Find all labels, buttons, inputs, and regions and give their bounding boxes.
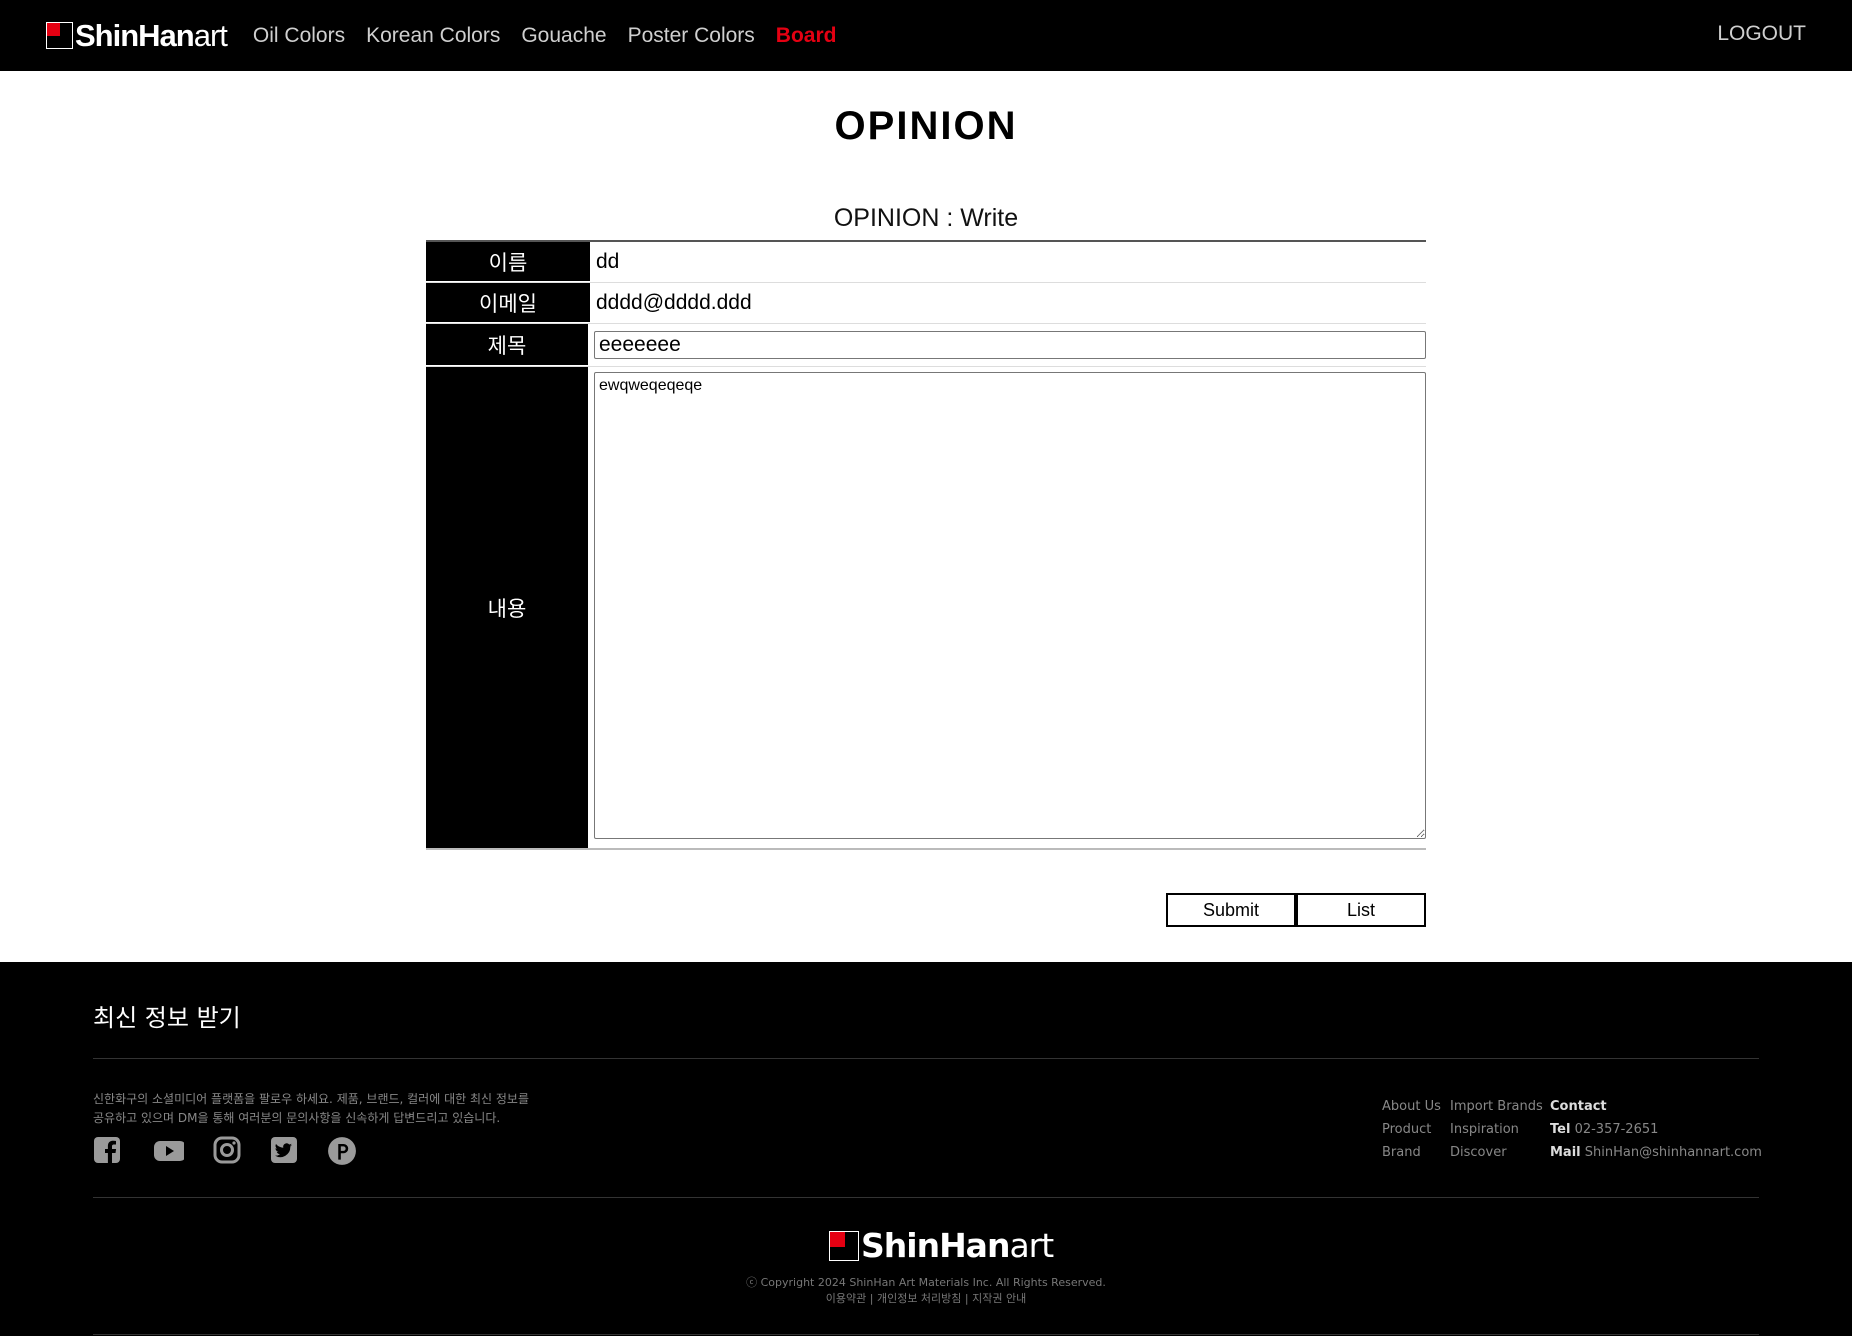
form-row-email: 이메일 dddd@dddd.ddd [426,283,1426,324]
mail-label: Mail [1550,1145,1581,1160]
footer-link-about-us[interactable]: About Us [1382,1098,1441,1121]
top-navigation-bar: ShinHanart Oil Colors Korean Colors Goua… [0,0,1852,71]
footer-link-import-brands[interactable]: Import Brands [1450,1098,1543,1121]
logo-mark-icon [46,22,73,49]
contact-title: Contact [1550,1099,1607,1114]
email-value: dddd@dddd.ddd [596,291,752,314]
subject-cell [588,324,1426,366]
footer-link-inspiration[interactable]: Inspiration [1450,1121,1543,1144]
youtube-icon[interactable] [150,1136,184,1164]
nav-board[interactable]: Board [776,24,837,48]
footer-link-brand[interactable]: Brand [1382,1144,1441,1167]
footer-heading: 최신 정보 받기 [93,1004,241,1032]
main-nav: Oil Colors Korean Colors Gouache Poster … [253,24,858,48]
list-button[interactable]: List [1296,893,1426,927]
write-form: 이름 dd 이메일 dddd@dddd.ddd 제목 내용 ewqweqeqeq… [426,240,1426,850]
footer-desc-line1: 신한화구의 소셜미디어 플랫폼을 팔로우 하세요. 제품, 브랜드, 컬러에 대… [93,1092,529,1106]
form-row-subject: 제목 [426,324,1426,367]
logout-link[interactable]: LOGOUT [1717,22,1806,46]
form-subtitle: OPINION : Write [833,204,1019,232]
content-label: 내용 [426,367,588,848]
copyright-text: ⓒ Copyright 2024 ShinHan Art Materials I… [746,1276,1106,1289]
contact-mail: Mail ShinHan@shinhannart.com [1550,1144,1762,1167]
contact-tel: Tel 02-357-2651 [1550,1121,1762,1144]
page-title: OPINION [834,104,1018,148]
pinterest-icon[interactable] [327,1136,357,1166]
tel-label: Tel [1550,1122,1571,1137]
footer-divider-2 [93,1197,1759,1198]
content-cell: ewqweqeqeqe [588,367,1426,848]
twitter-icon[interactable] [270,1136,298,1164]
submit-button[interactable]: Submit [1166,893,1296,927]
nav-gouache[interactable]: Gouache [521,24,606,48]
form-buttons: Submit List [1166,893,1426,927]
footer-links-col1: About Us Product Brand [1382,1098,1441,1167]
footer-description: 신한화구의 소셜미디어 플랫폼을 팔로우 하세요. 제품, 브랜드, 컬러에 대… [93,1090,529,1128]
form-row-content: 내용 ewqweqeqeqe [426,367,1426,848]
subject-label: 제목 [426,324,588,366]
name-label: 이름 [426,242,590,282]
instagram-icon[interactable] [213,1136,241,1164]
footer-divider-3 [93,1334,1759,1335]
mail-value[interactable]: ShinHan@shinhannart.com [1585,1145,1762,1160]
nav-korean-colors[interactable]: Korean Colors [366,24,500,48]
social-links [93,1136,386,1166]
logo-wordmark: ShinHanart [75,17,228,53]
legal-links[interactable]: 이용약관 | 개인정보 처리방침 | 지작권 안내 [0,1290,1852,1306]
footer-links-col2: Import Brands Inspiration Discover [1450,1098,1543,1167]
footer: 최신 정보 받기 신한화구의 소셜미디어 플랫폼을 팔로우 하세요. 제품, 브… [0,962,1852,1336]
form-row-name: 이름 dd [426,242,1426,283]
footer-logo-mark-icon [829,1230,859,1261]
footer-link-product[interactable]: Product [1382,1121,1441,1144]
name-value: dd [596,250,620,273]
content-textarea[interactable]: ewqweqeqeqe [594,372,1426,839]
email-label: 이메일 [426,283,590,323]
tel-value: 02-357-2651 [1574,1122,1659,1137]
nav-oil-colors[interactable]: Oil Colors [253,24,345,48]
footer-divider [93,1058,1759,1059]
footer-logo: ShinHanart [829,1226,1054,1265]
footer-link-discover[interactable]: Discover [1450,1144,1543,1167]
brand-logo[interactable]: ShinHanart [46,17,228,54]
subject-input[interactable] [594,331,1426,359]
footer-logo-wordmark: ShinHanart [861,1226,1054,1265]
footer-desc-line2: 공유하고 있으며 DM을 통해 여러분의 문의사항을 신속하게 답변드리고 있습… [93,1111,501,1125]
footer-contact: Contact Tel 02-357-2651 Mail ShinHan@shi… [1550,1098,1762,1167]
facebook-icon[interactable] [93,1136,121,1164]
nav-poster-colors[interactable]: Poster Colors [628,24,755,48]
